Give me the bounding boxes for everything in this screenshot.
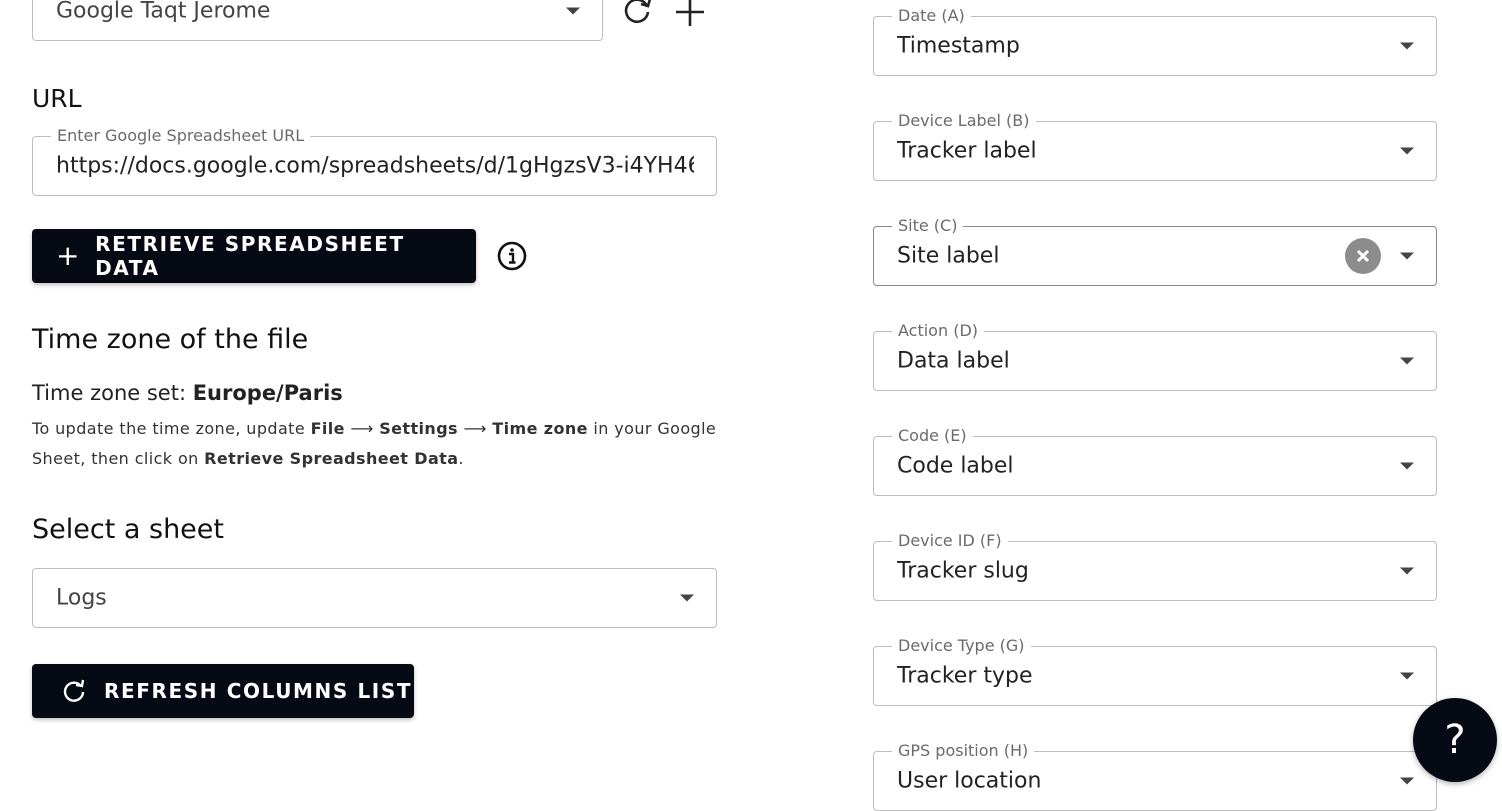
timezone-help: To update the time zone, update File ⟶ S… [32, 414, 732, 474]
mapping-select[interactable]: Device ID (F) Tracker slug [873, 532, 1437, 601]
chevron-down-icon [1400, 42, 1414, 50]
retrieve-spreadsheet-data-button[interactable]: + RETRIEVE SPREADSHEET DATA [32, 229, 476, 283]
mapping-label: Code (E) [892, 427, 973, 445]
spreadsheet-url-label: Enter Google Spreadsheet URL [51, 127, 311, 145]
chevron-down-icon [680, 594, 694, 602]
chevron-down-icon [1400, 567, 1414, 575]
mapping-select[interactable]: Device Type (G) Tracker type [873, 637, 1437, 706]
mapping-value: Tracker slug [897, 558, 1029, 584]
mapping-value: Tracker type [897, 663, 1033, 689]
mapping-select[interactable]: Code (E) Code label [873, 427, 1437, 496]
chevron-down-icon [1400, 462, 1414, 470]
spreadsheet-url-input[interactable]: Enter Google Spreadsheet URL https://doc… [32, 127, 717, 196]
mapping-value: Data label [897, 348, 1010, 374]
refresh-columns-list-label: REFRESH COLUMNS LIST [104, 679, 413, 703]
mapping-label: Device Label (B) [892, 112, 1036, 130]
refresh-columns-list-button[interactable]: REFRESH COLUMNS LIST [32, 664, 414, 718]
mapping-label: Date (A) [892, 7, 971, 25]
timezone-help-timezone: Time zone [492, 419, 588, 438]
timezone-help-file: File [310, 419, 345, 438]
timezone-heading: Time zone of the file [32, 324, 309, 355]
url-heading: URL [32, 84, 82, 113]
mapping-value: Timestamp [897, 33, 1020, 59]
mapping-label: Site (C) [892, 217, 964, 235]
mapping-label: Action (D) [892, 322, 984, 340]
timezone-set-prefix: Time zone set: [32, 381, 193, 405]
retrieve-spreadsheet-data-label: RETRIEVE SPREADSHEET DATA [95, 232, 405, 280]
chevron-down-icon [1400, 147, 1414, 155]
mapping-select[interactable]: Date (A) Timestamp [873, 7, 1437, 76]
chevron-down-icon [1400, 672, 1414, 680]
mapping-select[interactable]: Action (D) Data label [873, 322, 1437, 391]
timezone-help-arrow-1: ⟶ [344, 419, 380, 438]
account-select-value: Google Taqt Jerome [56, 0, 271, 23]
timezone-help-action: Retrieve Spreadsheet Data [204, 449, 459, 468]
add-account-icon[interactable] [672, 0, 708, 30]
chevron-down-icon [1400, 357, 1414, 365]
mapping-value: Tracker label [897, 138, 1037, 164]
refresh-icon [60, 677, 88, 705]
plus-icon: + [56, 239, 82, 272]
refresh-accounts-icon[interactable] [619, 0, 655, 28]
info-icon[interactable] [496, 240, 528, 272]
help-icon: ? [1444, 717, 1466, 763]
timezone-help-end: . [458, 449, 464, 468]
mapping-label: Device Type (G) [892, 637, 1031, 655]
timezone-help-arrow-2: ⟶ [457, 419, 493, 438]
chevron-down-icon [1400, 777, 1414, 785]
mapping-value: Code label [897, 453, 1014, 479]
timezone-value: Europe/Paris [192, 381, 343, 405]
mapping-select[interactable]: Site (C) Site label [873, 217, 1437, 286]
spreadsheet-url-value: https://docs.google.com/spreadsheets/d/1… [56, 153, 694, 179]
account-select[interactable]: Google Taqt Jerome [32, 0, 603, 41]
mapping-select[interactable]: GPS position (H) User location [873, 742, 1437, 811]
clear-icon[interactable] [1345, 238, 1381, 274]
mapping-select[interactable]: Device Label (B) Tracker label [873, 112, 1437, 181]
timezone-help-text-1: To update the time zone, update [32, 419, 311, 438]
select-sheet-heading: Select a sheet [32, 514, 224, 545]
mapping-label: GPS position (H) [892, 742, 1035, 760]
timezone-set: Time zone set: Europe/Paris [32, 381, 343, 405]
mapping-value: Site label [897, 243, 1000, 269]
chevron-down-icon [566, 7, 580, 14]
mapping-label: Device ID (F) [892, 532, 1008, 550]
sheet-select[interactable]: Logs [32, 568, 717, 628]
chevron-down-icon [1400, 252, 1414, 260]
sheet-select-value: Logs [56, 585, 107, 611]
help-button[interactable]: ? [1413, 698, 1497, 782]
timezone-help-settings: Settings [379, 419, 458, 438]
